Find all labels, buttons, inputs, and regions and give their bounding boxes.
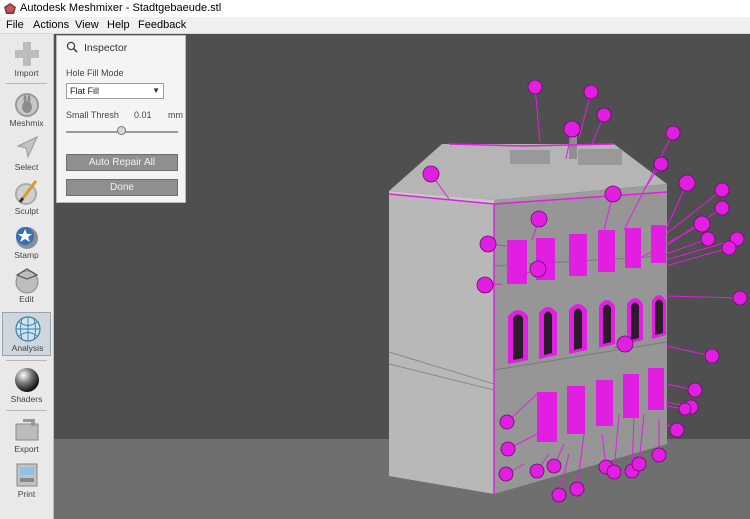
- meshmixer-logo-icon: [4, 3, 16, 14]
- hole-fill-mode-dropdown[interactable]: Flat Fill ▼: [66, 83, 164, 99]
- plus-icon: [15, 42, 39, 66]
- title-bar: Autodesk Meshmixer - Stadtgebaeude.stl: [0, 0, 750, 17]
- stamp-icon: [16, 227, 38, 249]
- tool-stamp-label: Stamp: [14, 250, 39, 260]
- tool-sculpt-label: Sculpt: [14, 206, 39, 216]
- inspector-title: Inspector: [84, 42, 128, 54]
- menu-file[interactable]: File: [6, 19, 24, 31]
- tool-sculpt[interactable]: Sculpt: [2, 176, 51, 220]
- building-left-wall: [389, 194, 494, 494]
- tool-analysis[interactable]: Analysis: [2, 312, 51, 356]
- tool-select-label: Select: [14, 162, 39, 172]
- hole-fill-mode-value: Flat Fill: [70, 86, 99, 96]
- inspector-header: Inspector: [57, 36, 185, 58]
- menu-help[interactable]: Help: [107, 19, 130, 31]
- tool-import[interactable]: Import: [2, 38, 51, 82]
- menu-actions[interactable]: Actions: [33, 19, 69, 31]
- search-icon: [66, 41, 78, 53]
- small-thresh-label: Small Thresh: [66, 110, 119, 120]
- small-thresh-slider-handle[interactable]: [117, 126, 126, 135]
- menu-bar: File Actions View Help Feedback: [0, 17, 750, 34]
- inspector-panel: Inspector Hole Fill Mode Flat Fill ▼ Sma…: [56, 35, 186, 203]
- edit-sphere-icon: [15, 268, 39, 294]
- brush-icon: [15, 180, 38, 205]
- tool-export-label: Export: [14, 444, 39, 454]
- export-icon: [15, 419, 39, 441]
- small-thresh-unit: mm: [168, 110, 183, 120]
- tool-meshmix-label: Meshmix: [9, 118, 44, 128]
- window-title: Autodesk Meshmixer - Stadtgebaeude.stl: [20, 2, 222, 14]
- analysis-sphere-icon: [15, 316, 41, 342]
- tool-sidebar: Import Meshmix Select Sculpt Stamp Edit …: [0, 34, 54, 519]
- small-thresh-value: 0.01: [134, 110, 152, 120]
- arrow-cursor-icon: [16, 135, 39, 159]
- tool-analysis-label: Analysis: [11, 343, 44, 353]
- chevron-down-icon: ▼: [152, 86, 160, 95]
- tool-edit[interactable]: Edit: [2, 264, 51, 308]
- menu-feedback[interactable]: Feedback: [138, 19, 186, 31]
- tool-meshmix[interactable]: Meshmix: [2, 88, 51, 132]
- tool-select[interactable]: Select: [2, 132, 51, 176]
- tool-export[interactable]: Export: [2, 414, 51, 458]
- shader-sphere-icon: [15, 368, 39, 392]
- hole-fill-mode-label: Hole Fill Mode: [66, 68, 124, 78]
- tool-shaders-label: Shaders: [10, 394, 43, 404]
- printer-icon: [16, 463, 38, 487]
- tool-edit-label: Edit: [19, 294, 34, 304]
- tool-import-label: Import: [14, 68, 39, 78]
- auto-repair-all-button[interactable]: Auto Repair All: [66, 154, 178, 171]
- bunny-icon: [15, 93, 39, 117]
- tool-print-label: Print: [17, 489, 36, 499]
- tool-shaders[interactable]: Shaders: [2, 364, 51, 408]
- tool-print[interactable]: Print: [2, 459, 51, 503]
- tool-stamp[interactable]: Stamp: [2, 220, 51, 264]
- menu-view[interactable]: View: [75, 19, 99, 31]
- done-button[interactable]: Done: [66, 179, 178, 196]
